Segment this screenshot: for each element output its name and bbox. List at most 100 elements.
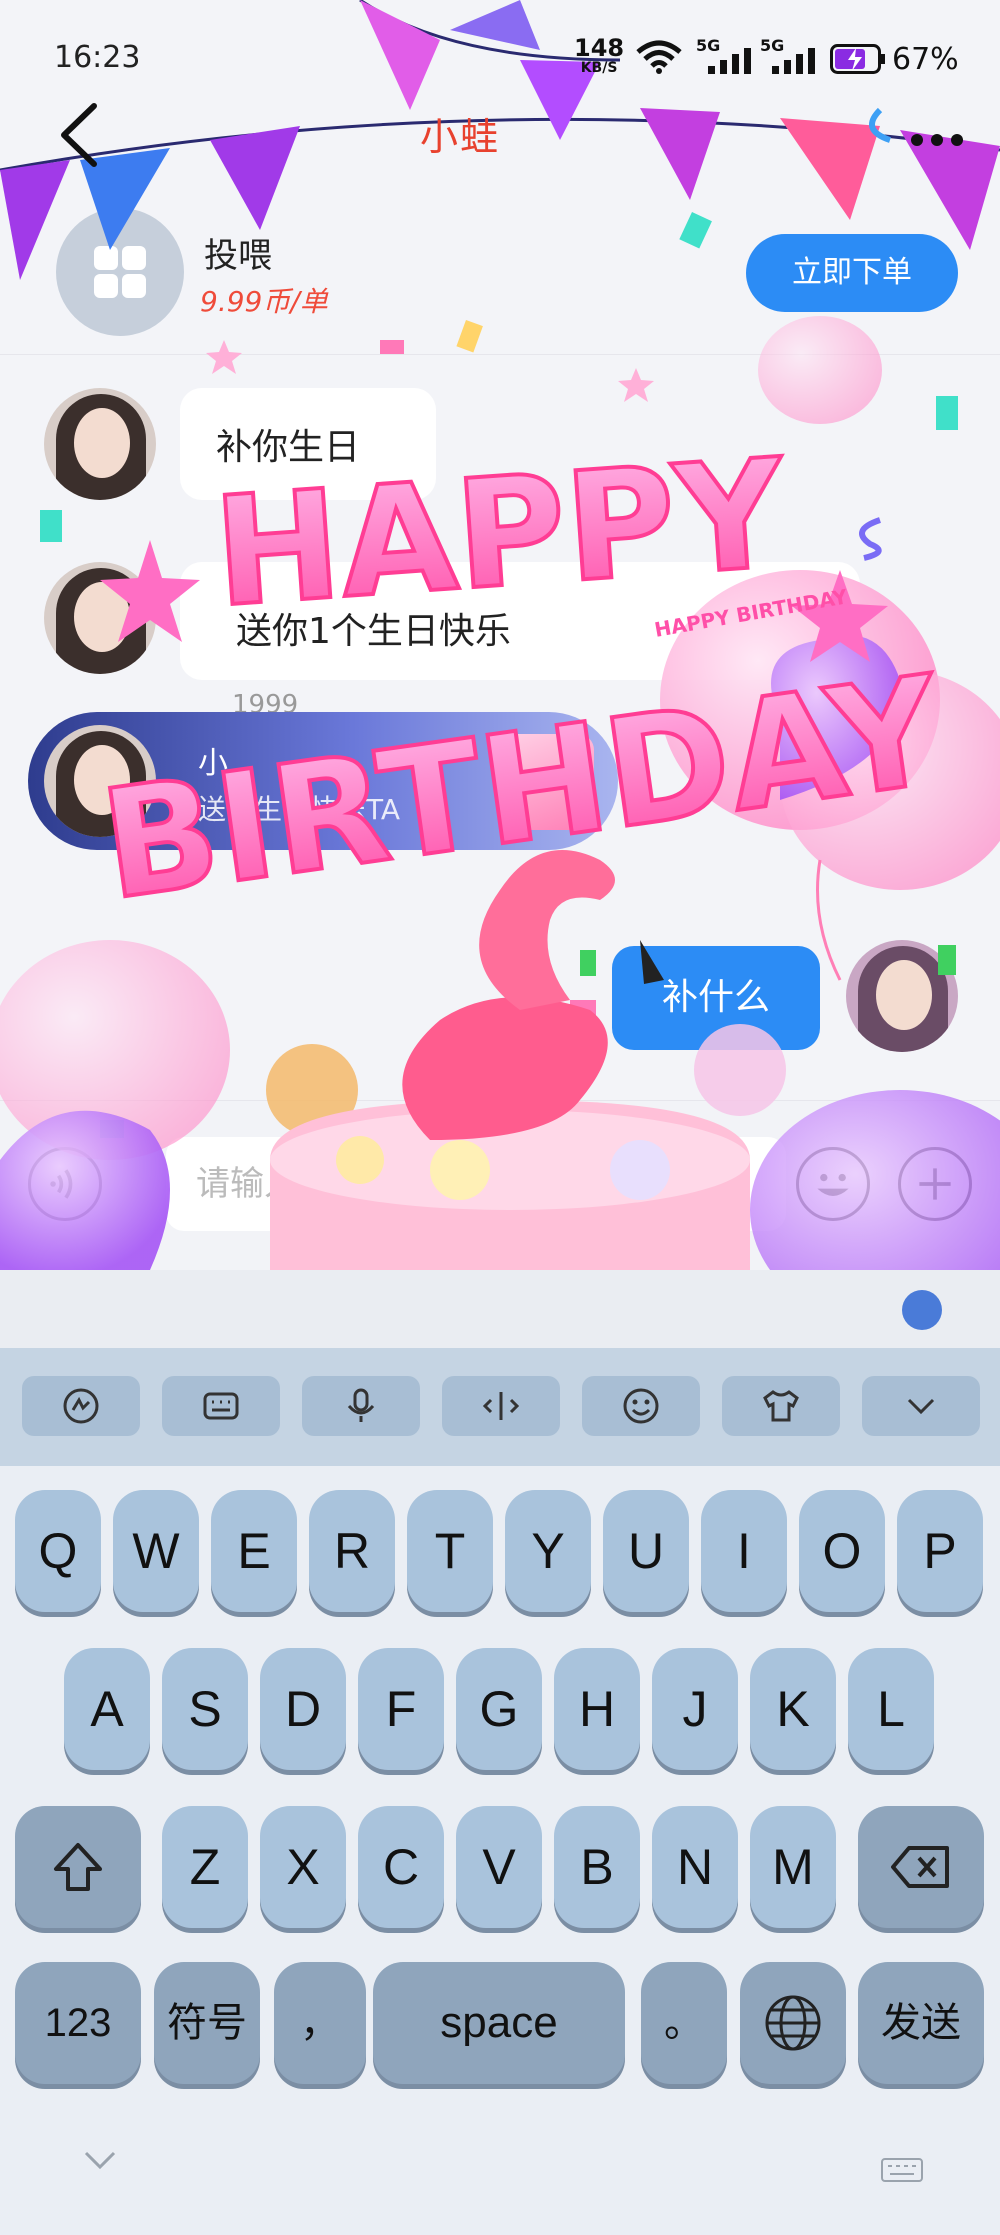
avatar[interactable] — [44, 388, 156, 500]
keyboard-icon[interactable] — [162, 1376, 280, 1436]
avatar-face — [74, 582, 130, 652]
gift-title: 小 — [198, 746, 228, 781]
cursor-icon[interactable] — [442, 1376, 560, 1436]
gift-cake-image — [498, 734, 594, 830]
network-speed-unit: KB/S — [580, 60, 618, 76]
status-time: 16:23 — [54, 40, 141, 75]
key-d[interactable]: D — [260, 1648, 346, 1770]
avatar-face — [876, 960, 932, 1030]
key-z[interactable]: Z — [162, 1806, 248, 1928]
keyboard-glyph — [203, 1392, 239, 1420]
cell-signal-1-icon: 5G — [696, 36, 754, 74]
gift-card[interactable]: 小 送你生日快乐TA — [28, 712, 618, 850]
microphone-glyph — [347, 1388, 375, 1422]
avatar — [44, 725, 156, 837]
shift-key[interactable] — [15, 1806, 141, 1928]
emoji-icon[interactable] — [582, 1376, 700, 1436]
collapse-icon[interactable] — [862, 1376, 980, 1436]
key-y[interactable]: Y — [505, 1490, 591, 1612]
my-message-bubble: 补什么 — [612, 946, 820, 1050]
key-f[interactable]: F — [358, 1648, 444, 1770]
key-h[interactable]: H — [554, 1648, 640, 1770]
my-avatar[interactable] — [846, 940, 958, 1052]
app-root: 16:23 148 KB/S 5G 5G 67% 小蛙 投喂 9.99币/单 立… — [0, 0, 1000, 2235]
keyboard-keys: Q W E R T Y U I O P A S D F G H J K L Z … — [0, 1466, 1000, 2115]
key-r[interactable]: R — [309, 1490, 395, 1612]
plus-icon[interactable] — [898, 1147, 972, 1221]
cursor-glyph — [482, 1392, 520, 1420]
input-bar — [0, 1100, 1000, 1270]
network-speed: 148 KB/S — [574, 34, 625, 78]
key-e[interactable]: E — [211, 1490, 297, 1612]
avatar-face — [74, 408, 130, 478]
grid-icon — [94, 246, 146, 298]
battery-icon — [830, 44, 885, 74]
chevron-left-icon[interactable] — [50, 100, 110, 170]
key-c[interactable]: C — [358, 1806, 444, 1928]
key-j[interactable]: J — [652, 1648, 738, 1770]
handwrite-glyph — [63, 1388, 99, 1424]
symbols-key[interactable]: 符号 — [154, 1962, 260, 2084]
voice-icon[interactable] — [28, 1147, 102, 1221]
network-speed-value: 148 — [574, 34, 625, 62]
keyboard-header — [0, 1270, 1000, 1348]
signal-bars-icon — [772, 48, 815, 74]
key-s[interactable]: S — [162, 1648, 248, 1770]
backspace-key[interactable] — [858, 1806, 984, 1928]
happy-birthday-lettering: HAPPY BIRTHDAY HAPPY BIRTHDAY — [90, 425, 954, 935]
gift-subtitle: 送你生日快乐TA — [198, 793, 401, 826]
period-key[interactable]: 。 — [641, 1962, 727, 2084]
key-i[interactable]: I — [701, 1490, 787, 1612]
service-price: 9.99币/单 — [200, 285, 328, 318]
key-v[interactable]: V — [456, 1806, 542, 1928]
key-a[interactable]: A — [64, 1648, 150, 1770]
chevron-down-icon[interactable] — [80, 2145, 120, 2175]
space-key[interactable]: space — [373, 1962, 625, 2084]
avatar[interactable] — [44, 562, 156, 674]
key-u[interactable]: U — [603, 1490, 689, 1612]
wifi-icon — [636, 40, 682, 74]
microphone-icon[interactable] — [302, 1376, 420, 1436]
keyboard-mascot-icon[interactable] — [902, 1290, 942, 1330]
battery-percent: 67% — [892, 42, 959, 77]
key-k[interactable]: K — [750, 1648, 836, 1770]
key-w[interactable]: W — [113, 1490, 199, 1612]
key-b[interactable]: B — [554, 1806, 640, 1928]
status-bar: 16:23 148 KB/S 5G 5G 67% — [0, 0, 1000, 110]
cell-signal-2-icon: 5G — [760, 36, 818, 74]
key-n[interactable]: N — [652, 1806, 738, 1928]
service-name: 投喂 — [204, 236, 272, 276]
globe-icon — [765, 1995, 821, 2051]
key-q[interactable]: Q — [15, 1490, 101, 1612]
keyboard-switch-icon[interactable] — [880, 2155, 924, 2185]
comma-key[interactable]: ， — [274, 1962, 366, 2084]
shirt-icon[interactable] — [722, 1376, 840, 1436]
order-now-button[interactable]: 立即下单 — [746, 234, 958, 312]
send-key[interactable]: 发送 — [858, 1962, 984, 2084]
service-icon — [56, 208, 184, 336]
key-x[interactable]: X — [260, 1806, 346, 1928]
key-t[interactable]: T — [407, 1490, 493, 1612]
numbers-key[interactable]: 123 — [15, 1962, 141, 2084]
avatar-face — [74, 745, 130, 815]
key-g[interactable]: G — [456, 1648, 542, 1770]
key-m[interactable]: M — [750, 1806, 836, 1928]
backspace-icon — [891, 1846, 949, 1888]
keyboard-bottom-bar — [0, 2115, 1000, 2235]
shift-icon — [54, 1843, 102, 1891]
service-card: 投喂 9.99币/单 立即下单 — [0, 190, 1000, 355]
message-bubble: 补你生日 — [180, 388, 436, 500]
message-input[interactable] — [166, 1137, 786, 1231]
shirt-glyph — [763, 1390, 799, 1422]
key-p[interactable]: P — [897, 1490, 983, 1612]
signal-bars-icon — [708, 48, 751, 74]
handwrite-icon[interactable] — [22, 1376, 140, 1436]
chevron-down-icon — [907, 1398, 935, 1415]
emoji-glyph — [623, 1388, 659, 1424]
keyboard-toolbar — [0, 1348, 1000, 1466]
language-key[interactable] — [740, 1962, 846, 2084]
key-l[interactable]: L — [848, 1648, 934, 1770]
key-o[interactable]: O — [799, 1490, 885, 1612]
more-dots-icon[interactable] — [895, 120, 975, 160]
emoji-icon[interactable] — [796, 1147, 870, 1221]
